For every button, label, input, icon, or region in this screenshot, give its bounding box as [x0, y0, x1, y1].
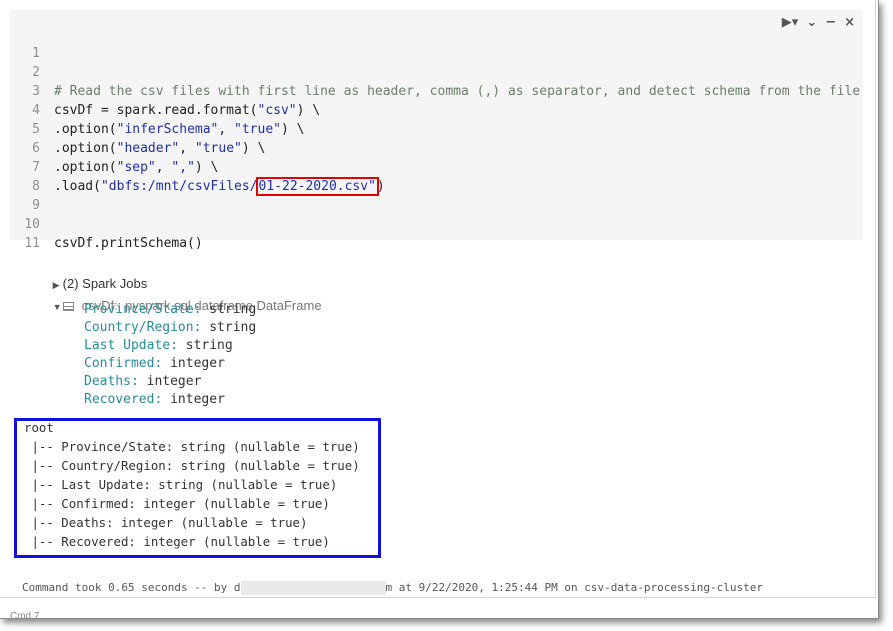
table-icon — [62, 302, 74, 312]
field-type: string — [209, 320, 257, 335]
code-text: csvDf.printSchema() — [54, 236, 203, 251]
schema-field: Confirmed: integer — [84, 355, 225, 373]
notebook-frame: ▶▾ ⌄ − × 1 2 # Read the csv files with f… — [0, 0, 879, 619]
redacted-username — [240, 581, 386, 595]
code-line: 1 — [10, 25, 863, 61]
code-line: 6 .option("sep", ",") \ — [10, 120, 863, 175]
code-line: 9 — [10, 177, 863, 213]
field-name: Confirmed: — [84, 356, 163, 371]
schema-line: |-- Deaths: integer (nullable = true) — [24, 515, 308, 530]
command-took-suffix: m at 9/22/2020, 1:25:44 PM on csv-data-p… — [385, 581, 764, 594]
schema-line: |-- Province/State: string (nullable = t… — [24, 439, 360, 454]
schema-line: |-- Recovered: integer (nullable = true) — [24, 534, 330, 549]
field-type: integer — [170, 392, 225, 407]
line-number: 11 — [24, 236, 40, 251]
code-line: 3 csvDf = spark.read.format("csv") \ — [10, 63, 863, 118]
field-type: integer — [170, 356, 225, 371]
field-name: Deaths: — [84, 374, 139, 389]
code-line: 5 .option("header", "true") \ — [10, 101, 863, 156]
schema-line: |-- Confirmed: integer (nullable = true) — [24, 496, 330, 511]
code-line: 7 .load("dbfs:/mnt/csvFiles/01-22-2020.c… — [10, 139, 863, 196]
field-type: string — [209, 302, 257, 317]
schema-root-line: root — [24, 420, 54, 435]
field-name: Last Update: — [84, 338, 178, 353]
field-name: Recovered: — [84, 392, 163, 407]
schema-field: Recovered: integer — [84, 391, 225, 409]
schema-field: Deaths: integer — [84, 373, 201, 391]
code-line: 10 csvDf.printSchema() — [10, 196, 863, 251]
triangle-down-icon: ▼ — [52, 302, 62, 312]
field-name: Province/State: — [84, 302, 202, 317]
schema-field: Last Update: string — [84, 337, 233, 355]
notebook-cell: ▶▾ ⌄ − × 1 2 # Read the csv files with f… — [0, 0, 876, 598]
schema-line: |-- Last Update: string (nullable = true… — [24, 477, 338, 492]
schema-field: Country/Region: string — [84, 319, 256, 337]
field-type: string — [185, 338, 233, 353]
code-line: 2 # Read the csv files with first line a… — [10, 44, 863, 99]
code-line: 11 — [10, 215, 863, 251]
code-line: 8 — [10, 158, 863, 194]
field-name: Country/Region: — [84, 320, 202, 335]
field-type: integer — [146, 374, 202, 389]
code-line: 4 .option("inferSchema", "true") \ — [10, 82, 863, 137]
command-took-status: Command took 0.65 seconds -- by d m at 9/… — [22, 581, 763, 595]
schema-field: Province/State: string — [84, 301, 256, 319]
cmd-label: Cmd 7 — [10, 611, 40, 619]
code-editor[interactable]: ▶▾ ⌄ − × 1 2 # Read the csv files with f… — [10, 10, 863, 251]
schema-line: |-- Country/Region: string (nullable = t… — [24, 458, 360, 473]
command-took-prefix: Command took 0.65 seconds -- by d — [22, 581, 241, 594]
